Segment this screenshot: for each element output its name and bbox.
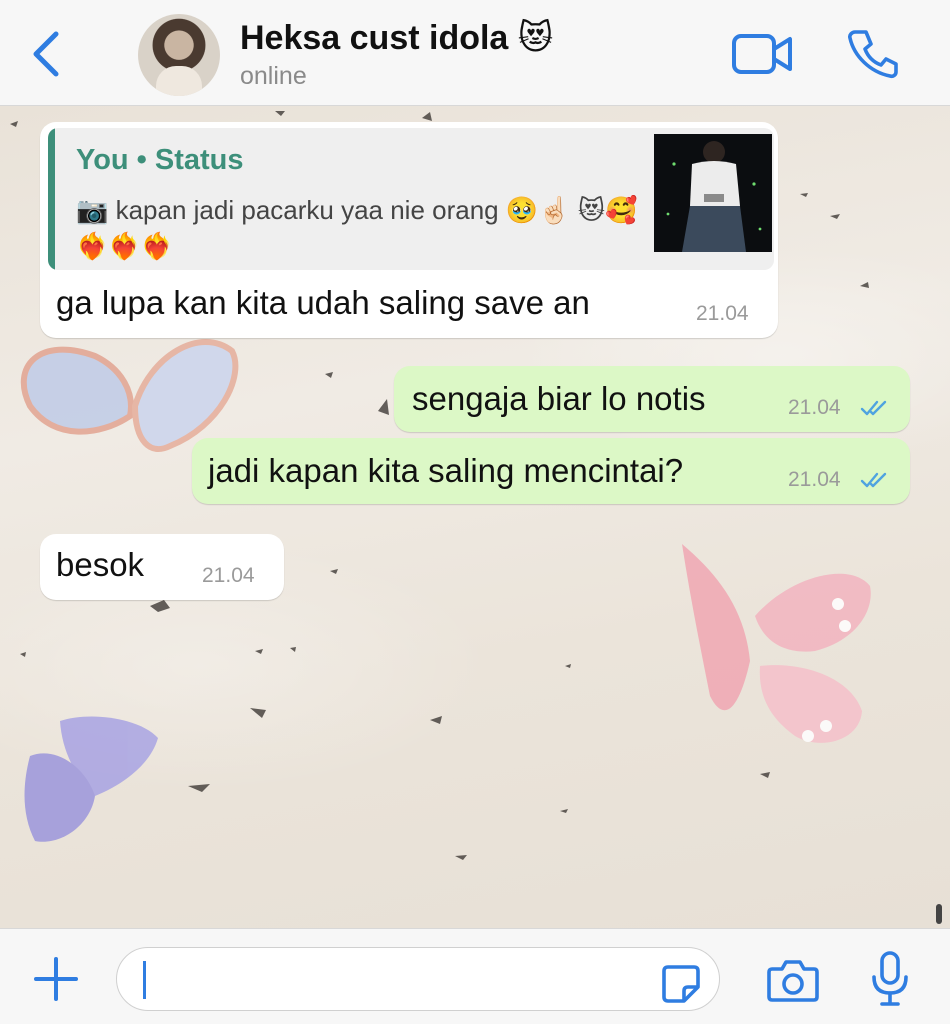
chat-header: Heksa cust idola 😻 online — [0, 0, 950, 106]
message-text: sengaja biar lo notis — [412, 380, 706, 417]
voice-call-button[interactable] — [846, 26, 900, 80]
read-receipt-icon — [860, 400, 887, 416]
message-time: 21.04 — [696, 302, 749, 325]
phone-icon — [848, 30, 898, 79]
microphone-button[interactable] — [870, 949, 910, 1009]
message-time: 21.04 — [788, 396, 841, 419]
back-button[interactable] — [22, 24, 72, 84]
microphone-icon — [872, 951, 908, 1006]
status-photo-icon — [654, 134, 772, 252]
contact-name[interactable]: Heksa cust idola 😻 — [240, 18, 553, 58]
message-input-bar — [0, 928, 950, 1024]
incoming-message[interactable]: You • Status 📷 kapan jadi pacarku yaa ni… — [40, 122, 778, 338]
scrollbar[interactable] — [936, 904, 942, 924]
message-text: ga lupa kan kita udah saling save an — [56, 284, 590, 321]
message-time: 21.04 — [202, 564, 255, 587]
quote-accent-bar — [48, 128, 55, 270]
avatar[interactable] — [138, 14, 220, 96]
sticker-icon — [662, 965, 700, 1003]
chat-area[interactable]: You • Status 📷 kapan jadi pacarku yaa ni… — [0, 106, 950, 928]
video-call-button[interactable] — [730, 30, 796, 78]
quote-text: 📷 kapan jadi pacarku yaa nie orang 🥹☝🏻 😻… — [76, 195, 638, 261]
message-time: 21.04 — [788, 468, 841, 491]
read-receipt-icon — [860, 472, 887, 488]
plus-icon — [34, 957, 78, 1001]
outgoing-message[interactable]: sengaja biar lo notis 21.04 — [394, 366, 910, 432]
camera-icon — [767, 960, 819, 1002]
outgoing-message[interactable]: jadi kapan kita saling mencintai? 21.04 — [192, 438, 910, 504]
message-text: jadi kapan kita saling mencintai? — [208, 452, 684, 489]
incoming-message[interactable]: besok 21.04 — [40, 534, 284, 600]
status-thumbnail — [654, 134, 772, 252]
message-text: besok — [56, 546, 145, 583]
attach-button[interactable] — [30, 953, 82, 1005]
camera-button[interactable] — [766, 957, 820, 1003]
contact-status: online — [240, 62, 307, 90]
quoted-status[interactable]: You • Status 📷 kapan jadi pacarku yaa ni… — [48, 128, 774, 270]
video-camera-icon — [732, 34, 792, 74]
message-input[interactable] — [116, 947, 720, 1011]
sticker-button[interactable] — [660, 963, 702, 1005]
chevron-left-icon — [33, 31, 59, 77]
quote-author: You • Status — [76, 144, 244, 176]
